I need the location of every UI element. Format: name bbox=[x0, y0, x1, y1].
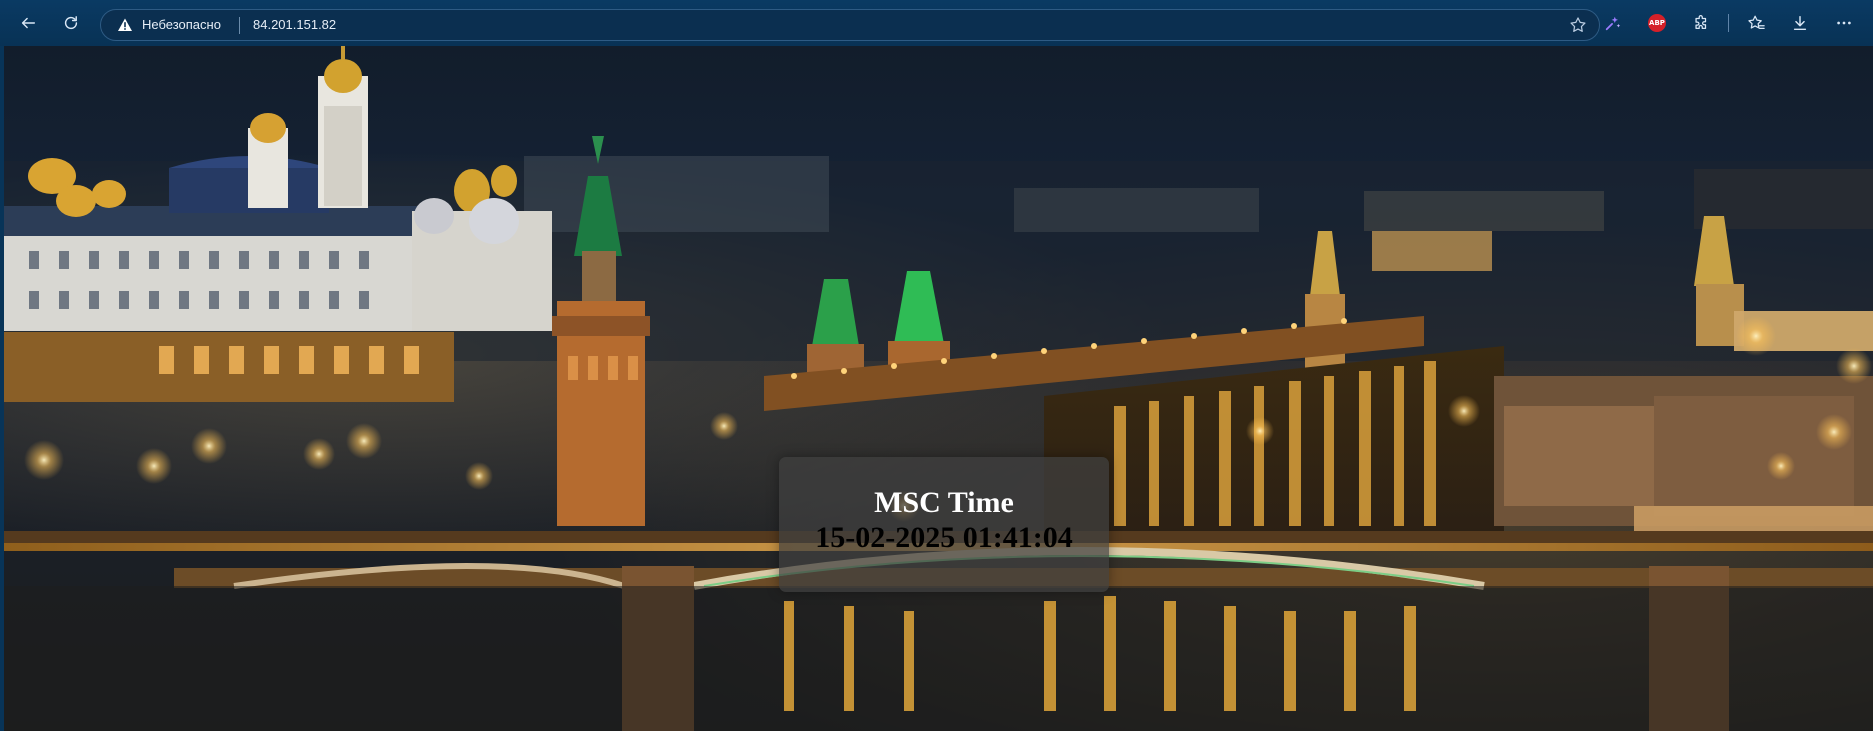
downloads-button[interactable] bbox=[1783, 6, 1817, 40]
datetime-value: 15-02-2025 01:41:04 bbox=[815, 521, 1073, 554]
reload-icon bbox=[64, 16, 78, 30]
time-panel: MSC Time 15-02-2025 01:41:04 bbox=[779, 457, 1109, 592]
extension-button[interactable] bbox=[1596, 6, 1630, 40]
moscow-night-background bbox=[4, 46, 1873, 731]
url-text[interactable]: 84.201.151.82 bbox=[253, 17, 336, 33]
warning-icon[interactable] bbox=[117, 17, 133, 33]
extension-icon bbox=[1605, 16, 1621, 31]
favorite-star-icon[interactable] bbox=[1569, 16, 1587, 34]
address-divider bbox=[239, 17, 240, 34]
reload-button[interactable] bbox=[54, 6, 88, 40]
adblock-plus-button[interactable]: ABP bbox=[1640, 6, 1674, 40]
more-menu-button[interactable] bbox=[1827, 6, 1861, 40]
toolbar-extensions: ABP bbox=[1596, 6, 1873, 40]
adblock-plus-icon: ABP bbox=[1648, 14, 1666, 32]
address-bar[interactable]: Небезопасно 84.201.151.82 bbox=[100, 9, 1600, 41]
toolbar-separator bbox=[1728, 14, 1729, 32]
downloads-icon bbox=[1793, 15, 1807, 31]
browser-toolbar: Небезопасно 84.201.151.82 ABP bbox=[0, 0, 1873, 46]
time-title: MSC Time bbox=[874, 486, 1014, 519]
favorites-icon bbox=[1748, 15, 1765, 30]
extensions-puzzle-icon bbox=[1695, 15, 1707, 30]
security-status-label[interactable]: Небезопасно bbox=[142, 17, 221, 33]
favorites-button[interactable] bbox=[1739, 6, 1773, 40]
back-arrow-icon bbox=[21, 17, 36, 29]
more-menu-icon bbox=[1837, 21, 1851, 25]
back-button[interactable] bbox=[11, 6, 45, 40]
page-viewport: MSC Time 15-02-2025 01:41:04 bbox=[4, 46, 1873, 731]
browser-window: Небезопасно 84.201.151.82 ABP MSC Time 1… bbox=[0, 0, 1873, 731]
extensions-button[interactable] bbox=[1684, 6, 1718, 40]
